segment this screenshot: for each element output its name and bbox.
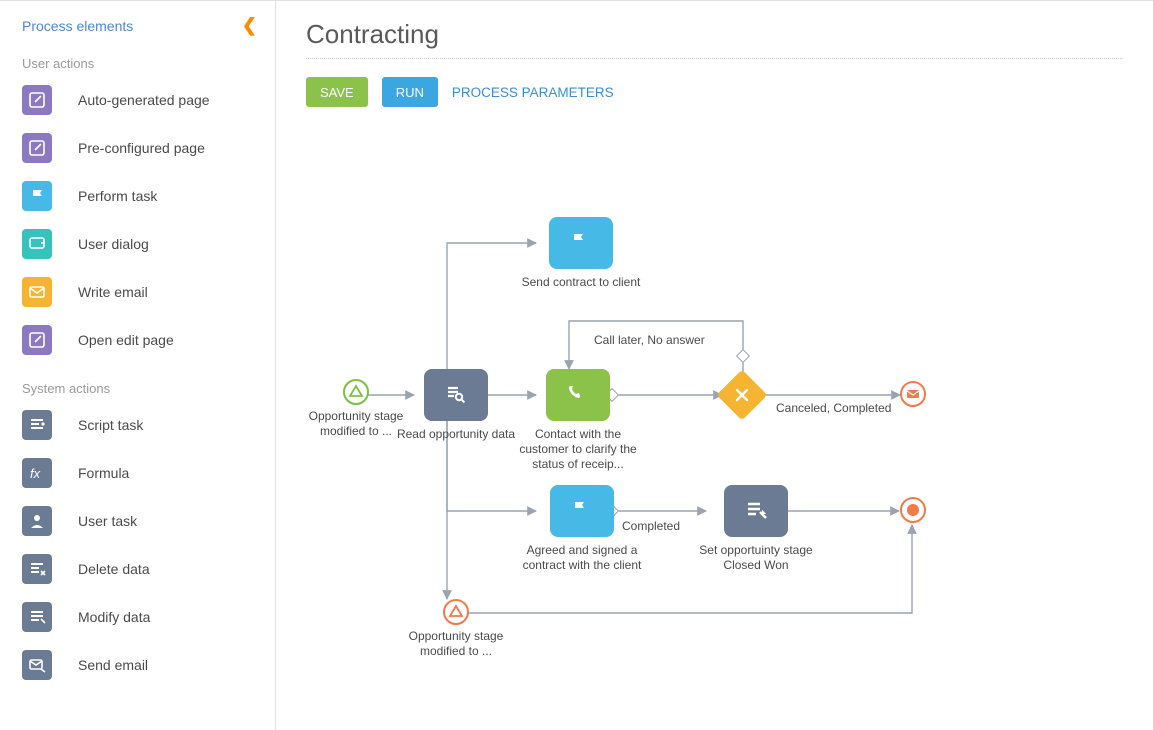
palette-item-label: Modify data (78, 609, 150, 625)
node-contact-customer[interactable]: Contact with the customer to clarify the… (508, 369, 648, 472)
node-label: Set opportuinty stage Closed Won (691, 543, 821, 573)
edit-page-icon (22, 325, 52, 355)
palette-script-task[interactable]: Script task (22, 404, 265, 446)
save-button[interactable]: SAVE (306, 77, 368, 107)
palette-item-label: Delete data (78, 561, 150, 577)
palette-formula[interactable]: Formula (22, 452, 265, 494)
node-label: Read opportunity data (396, 427, 516, 442)
edge-label-call-later: Call later, No answer (594, 333, 705, 347)
node-label: Opportunity stage modified to ... (396, 629, 516, 659)
palette-item-label: Formula (78, 465, 129, 481)
mail-icon (22, 277, 52, 307)
title-underline (306, 58, 1123, 59)
node-exclusive-gateway[interactable] (722, 377, 762, 413)
node-label: Contact with the customer to clarify the… (513, 427, 643, 472)
bpmn-diagram[interactable]: Call later, No answer Canceled, Complete… (276, 121, 1146, 711)
sidebar-title: Process elements (22, 18, 133, 34)
app-root: Process elements ❮ User actions Auto-gen… (0, 0, 1153, 730)
run-button[interactable]: RUN (382, 77, 438, 107)
process-parameters-link[interactable]: PROCESS PARAMETERS (452, 85, 614, 100)
signal-start-icon (443, 599, 469, 625)
user-icon (22, 506, 52, 536)
signal-start-icon (343, 379, 369, 405)
palette-item-label: User task (78, 513, 137, 529)
node-start-signal-1[interactable]: Opportunity stage modified to ... (306, 379, 406, 439)
palette-item-label: Auto-generated page (78, 92, 210, 108)
group-system-actions: System actions (22, 381, 265, 396)
palette-item-label: Open edit page (78, 332, 174, 348)
palette-item-label: Send email (78, 657, 148, 673)
dialog-icon (22, 229, 52, 259)
node-label: Agreed and signed a contract with the cl… (517, 543, 647, 573)
palette-item-label: Perform task (78, 188, 157, 204)
flag-icon (22, 181, 52, 211)
edit-page-icon (22, 85, 52, 115)
palette-item-label: Script task (78, 417, 143, 433)
gateway-x-icon (717, 370, 768, 421)
palette-item-label: Write email (78, 284, 148, 300)
edge-label-cancel-complete: Canceled, Completed (776, 401, 891, 415)
palette-perform-task[interactable]: Perform task (22, 175, 265, 217)
fx-icon (22, 458, 52, 488)
mail-end-icon (900, 381, 926, 407)
palette-write-email[interactable]: Write email (22, 271, 265, 313)
palette-user-task[interactable]: User task (22, 500, 265, 542)
palette-item-label: User dialog (78, 236, 149, 252)
node-read-opportunity-data[interactable]: Read opportunity data (396, 369, 516, 442)
node-start-signal-2[interactable]: Opportunity stage modified to ... (396, 599, 516, 659)
node-terminate-end[interactable] (898, 497, 928, 523)
palette-delete-data[interactable]: Delete data (22, 548, 265, 590)
palette-open-edit-page[interactable]: Open edit page (22, 319, 265, 361)
node-label: Send contract to client (516, 275, 646, 290)
collapse-left-icon[interactable]: ❮ (242, 15, 257, 36)
node-message-end[interactable] (898, 381, 928, 411)
edit-page-icon (22, 133, 52, 163)
node-send-contract[interactable]: Send contract to client (516, 217, 646, 290)
phone-icon (546, 369, 610, 421)
palette-auto-generated-page[interactable]: Auto-generated page (22, 79, 265, 121)
mail-out-icon (22, 650, 52, 680)
read-data-icon (424, 369, 488, 421)
modify-data-icon (22, 602, 52, 632)
group-user-actions: User actions (22, 56, 265, 71)
palette-preconfigured-page[interactable]: Pre-configured page (22, 127, 265, 169)
node-label: Opportunity stage modified to ... (306, 409, 406, 439)
palette-modify-data[interactable]: Modify data (22, 596, 265, 638)
process-elements-sidebar: Process elements ❮ User actions Auto-gen… (0, 1, 276, 730)
flag-icon (550, 485, 614, 537)
node-set-stage-closed-won[interactable]: Set opportuinty stage Closed Won (686, 485, 826, 573)
palette-user-dialog[interactable]: User dialog (22, 223, 265, 265)
flag-icon (549, 217, 613, 269)
terminate-end-icon (900, 497, 926, 523)
toolbar: SAVE RUN PROCESS PARAMETERS (306, 77, 1123, 107)
node-agreed-signed[interactable]: Agreed and signed a contract with the cl… (512, 485, 652, 573)
palette-item-label: Pre-configured page (78, 140, 205, 156)
palette-send-email[interactable]: Send email (22, 644, 265, 686)
delete-data-icon (22, 554, 52, 584)
designer-canvas: Contracting SAVE RUN PROCESS PARAMETERS (276, 1, 1153, 730)
set-stage-icon (724, 485, 788, 537)
process-title: Contracting (306, 19, 1123, 50)
script-icon (22, 410, 52, 440)
